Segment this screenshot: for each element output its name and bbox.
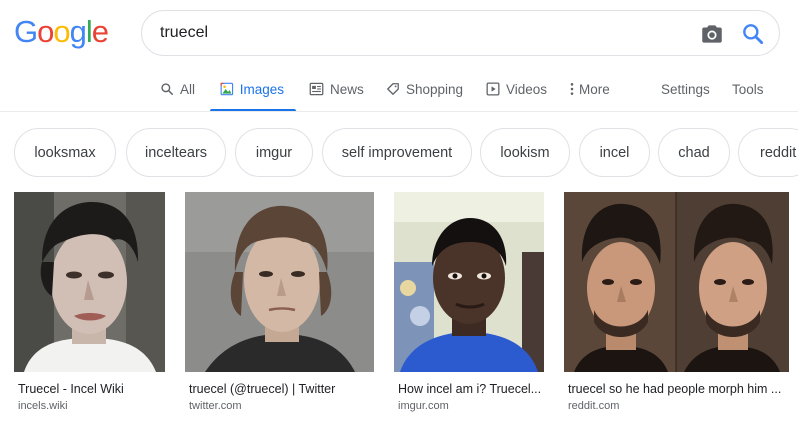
- result-thumbnail[interactable]: [14, 192, 165, 372]
- chip-related-search[interactable]: lookism: [480, 128, 570, 177]
- tab-label: Videos: [506, 81, 548, 97]
- chip-related-search[interactable]: reddit: [738, 128, 798, 177]
- chip-related-search[interactable]: looksmax: [14, 128, 116, 177]
- magnifier-icon[interactable]: [740, 21, 766, 47]
- result-title[interactable]: truecel (@truecel) | Twitter: [189, 382, 335, 396]
- camera-icon[interactable]: [699, 21, 725, 47]
- google-logo[interactable]: Google: [14, 14, 109, 50]
- more-vert-icon: [570, 83, 574, 95]
- result-source[interactable]: incels.wiki: [18, 400, 68, 412]
- tab-images[interactable]: Images: [210, 66, 296, 112]
- result-thumbnail[interactable]: [394, 192, 544, 372]
- chip-related-search[interactable]: chad: [658, 128, 730, 177]
- tab-news[interactable]: News: [309, 66, 364, 112]
- result-title[interactable]: Truecel - Incel Wiki: [18, 382, 124, 396]
- logo-letter: o: [37, 14, 54, 49]
- tab-all[interactable]: All: [160, 66, 195, 112]
- tab-shopping[interactable]: Shopping: [386, 66, 463, 112]
- search-tabs: All Images News Shopping Videos More Set…: [0, 66, 798, 112]
- search-box: [141, 10, 780, 56]
- tab-tools[interactable]: Tools: [732, 66, 764, 112]
- chip-related-search[interactable]: imgur: [235, 128, 313, 177]
- search-icon: [161, 83, 174, 96]
- logo-letter: e: [91, 14, 109, 49]
- tab-settings[interactable]: Settings: [661, 66, 710, 112]
- result-source[interactable]: reddit.com: [568, 400, 619, 412]
- chip-related-search[interactable]: inceltears: [126, 128, 226, 177]
- divider: [0, 111, 798, 112]
- tab-label: Images: [239, 81, 284, 97]
- search-input[interactable]: [160, 20, 680, 46]
- result-source[interactable]: imgur.com: [398, 400, 449, 412]
- tab-label: More: [579, 81, 610, 97]
- logo-letter: G: [14, 14, 38, 49]
- result-title[interactable]: truecel so he had people morph him ...: [568, 382, 781, 396]
- result-source[interactable]: twitter.com: [189, 400, 242, 412]
- tab-label: News: [330, 81, 364, 97]
- play-icon: [486, 82, 500, 96]
- result-thumbnail[interactable]: [185, 192, 374, 372]
- result-title[interactable]: How incel am i? Truecel...: [398, 382, 541, 396]
- news-icon: [309, 82, 324, 96]
- tag-icon: [387, 83, 399, 95]
- chip-related-search[interactable]: self improvement: [322, 128, 472, 177]
- logo-letter: g: [69, 14, 87, 49]
- tab-label: Shopping: [406, 81, 464, 97]
- tab-label: All: [180, 81, 196, 97]
- tab-label: Settings: [661, 81, 710, 97]
- tab-label: Tools: [732, 81, 764, 97]
- image-icon: [220, 82, 234, 96]
- tab-videos[interactable]: Videos: [486, 66, 547, 112]
- logo-letter: o: [53, 14, 70, 49]
- chip-related-search[interactable]: incel: [579, 128, 650, 177]
- result-thumbnail[interactable]: [564, 192, 789, 372]
- tab-more[interactable]: More: [569, 66, 610, 112]
